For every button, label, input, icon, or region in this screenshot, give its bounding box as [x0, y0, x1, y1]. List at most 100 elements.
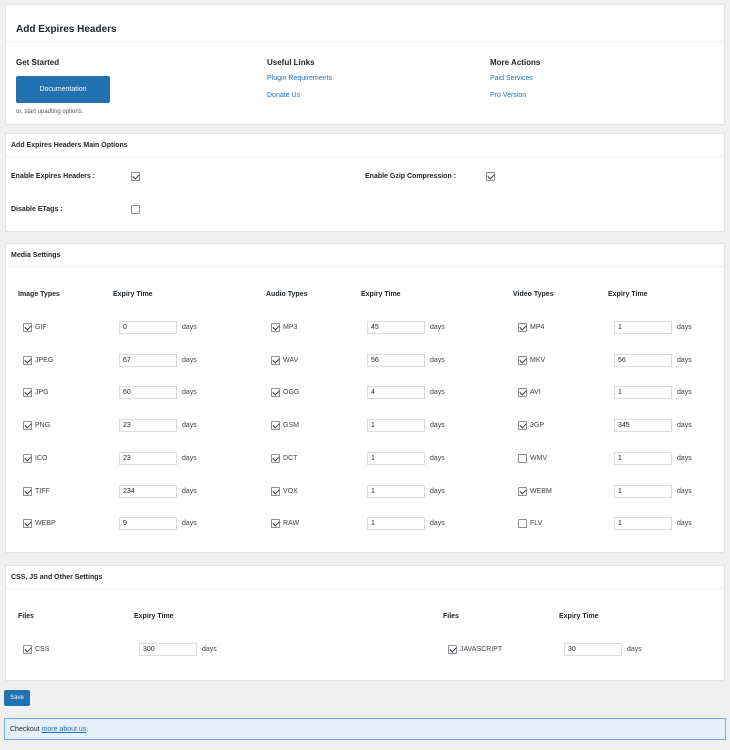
main-options-panel: Add Expires Headers Main Options Enable …	[5, 133, 725, 232]
checkbox-flv[interactable]	[518, 519, 527, 529]
expiry-input-png[interactable]	[119, 419, 177, 433]
expiry-input-dct[interactable]	[367, 451, 425, 465]
enable-expires-checkbox[interactable]	[131, 172, 140, 181]
label-gif: GIF	[35, 324, 47, 331]
checkbox-png[interactable]	[23, 421, 32, 431]
files-header-right: Files	[443, 613, 459, 620]
expiry-input-mkv[interactable]	[614, 353, 672, 367]
expiry-input-vox[interactable]	[367, 484, 425, 498]
documentation-button[interactable]: Documentation	[16, 76, 110, 103]
expiry-input-javascript[interactable]	[564, 643, 622, 656]
enable-gzip-checkbox[interactable]	[486, 172, 495, 181]
days-unit: days	[182, 324, 197, 331]
start-updating-note: or, start upadting options.	[16, 109, 84, 115]
checkbox-webp[interactable]	[23, 519, 32, 529]
label-jpg: JPG	[35, 389, 49, 397]
checkbox-wav[interactable]	[271, 355, 280, 365]
checkbox-css[interactable]	[23, 645, 32, 654]
checkbox-raw[interactable]	[271, 519, 280, 529]
checkbox-gif[interactable]	[23, 323, 32, 332]
days-unit: days	[430, 422, 445, 430]
label-mp3: MP3	[283, 324, 298, 331]
checkbox-mp4[interactable]	[518, 323, 527, 332]
expiry-input-gif[interactable]	[119, 321, 177, 334]
more-about-us-link[interactable]: more about us	[42, 726, 87, 733]
days-unit: days	[182, 454, 197, 462]
days-unit: days	[430, 520, 445, 528]
days-unit: days	[677, 422, 692, 430]
expiry-input-wav[interactable]	[367, 353, 425, 367]
enable-expires-label: Enable Expires Headers :	[11, 173, 96, 180]
days-unit: days	[627, 646, 642, 653]
checkbox-mp3[interactable]	[271, 323, 280, 332]
days-unit: days	[430, 454, 445, 462]
label-gsm: GSM	[283, 422, 299, 430]
checkbox-webm[interactable]	[518, 486, 527, 496]
label-ogg: OGG	[283, 389, 300, 397]
days-unit: days	[430, 487, 445, 495]
days-unit: days	[430, 356, 445, 364]
days-unit: days	[182, 422, 197, 430]
label-3gp: 3GP	[530, 422, 545, 430]
plugin-requirements-link[interactable]: Plugin Requirements	[267, 75, 332, 82]
expiry-input-3gp[interactable]	[614, 419, 672, 433]
expiry-input-jpg[interactable]	[119, 386, 177, 400]
label-wmv: WMV	[530, 454, 548, 462]
checkbox-javascript[interactable]	[448, 645, 457, 654]
days-unit: days	[430, 389, 445, 397]
checkbox-ogg[interactable]	[271, 388, 280, 398]
days-unit: days	[202, 646, 217, 653]
other-settings-panel: CSS, JS and Other Settings Files Expiry …	[5, 565, 725, 681]
pro-version-link[interactable]: Pro Version	[490, 92, 526, 99]
audio-types-expiry-header: Expiry Time	[361, 291, 401, 298]
expiry-header-right: Expiry Time	[559, 613, 599, 620]
checkbox-ico[interactable]	[23, 453, 32, 463]
paid-services-link[interactable]: Paid Services	[490, 75, 533, 82]
expiry-input-webp[interactable]	[119, 517, 177, 531]
expiry-input-mp4[interactable]	[614, 321, 672, 334]
checkbox-dct[interactable]	[271, 453, 280, 463]
checkbox-jpeg[interactable]	[23, 355, 32, 365]
label-wav: WAV	[283, 356, 299, 364]
days-unit: days	[677, 520, 692, 528]
header-panel: Add Expires Headers Get Started Document…	[5, 4, 725, 125]
checkbox-3gp[interactable]	[518, 421, 527, 431]
expiry-input-css[interactable]	[139, 643, 197, 656]
label-flv: FLV	[530, 520, 543, 528]
notice-text: Checkout	[10, 726, 42, 733]
label-webp: WEBP	[35, 520, 56, 528]
video-types-header: Video Types	[513, 291, 554, 298]
expiry-input-jpeg[interactable]	[119, 353, 177, 367]
checkbox-wmv[interactable]	[518, 453, 527, 463]
label-css: CSS	[35, 646, 50, 653]
checkbox-tiff[interactable]	[23, 486, 32, 496]
expiry-input-avi[interactable]	[614, 386, 672, 400]
save-button[interactable]: Save	[4, 690, 30, 706]
checkbox-gsm[interactable]	[271, 421, 280, 431]
donate-us-link[interactable]: Donate Us	[267, 92, 300, 99]
checkbox-vox[interactable]	[271, 486, 280, 496]
expiry-input-ico[interactable]	[119, 451, 177, 465]
days-unit: days	[677, 487, 692, 495]
useful-links-heading: Useful Links	[267, 58, 315, 67]
label-raw: RAW	[283, 520, 300, 528]
image-types-header: Image Types	[18, 291, 60, 298]
expiry-input-mp3[interactable]	[367, 321, 425, 334]
expiry-input-flv[interactable]	[614, 517, 672, 531]
label-mp4: MP4	[530, 324, 545, 331]
expiry-input-gsm[interactable]	[367, 419, 425, 433]
days-unit: days	[182, 389, 197, 397]
checkbox-jpg[interactable]	[23, 388, 32, 398]
expiry-input-ogg[interactable]	[367, 386, 425, 400]
expiry-header-left: Expiry Time	[134, 613, 174, 620]
days-unit: days	[677, 389, 692, 397]
disable-etags-checkbox[interactable]	[131, 205, 140, 214]
disable-etags-label: Disable ETags :	[11, 206, 63, 213]
expiry-input-wmv[interactable]	[614, 451, 672, 465]
label-javascript: JAVASCRIPT	[460, 646, 503, 653]
expiry-input-webm[interactable]	[614, 484, 672, 498]
expiry-input-raw[interactable]	[367, 517, 425, 531]
checkbox-mkv[interactable]	[518, 355, 527, 365]
expiry-input-tiff[interactable]	[119, 484, 177, 498]
checkbox-avi[interactable]	[518, 388, 527, 398]
